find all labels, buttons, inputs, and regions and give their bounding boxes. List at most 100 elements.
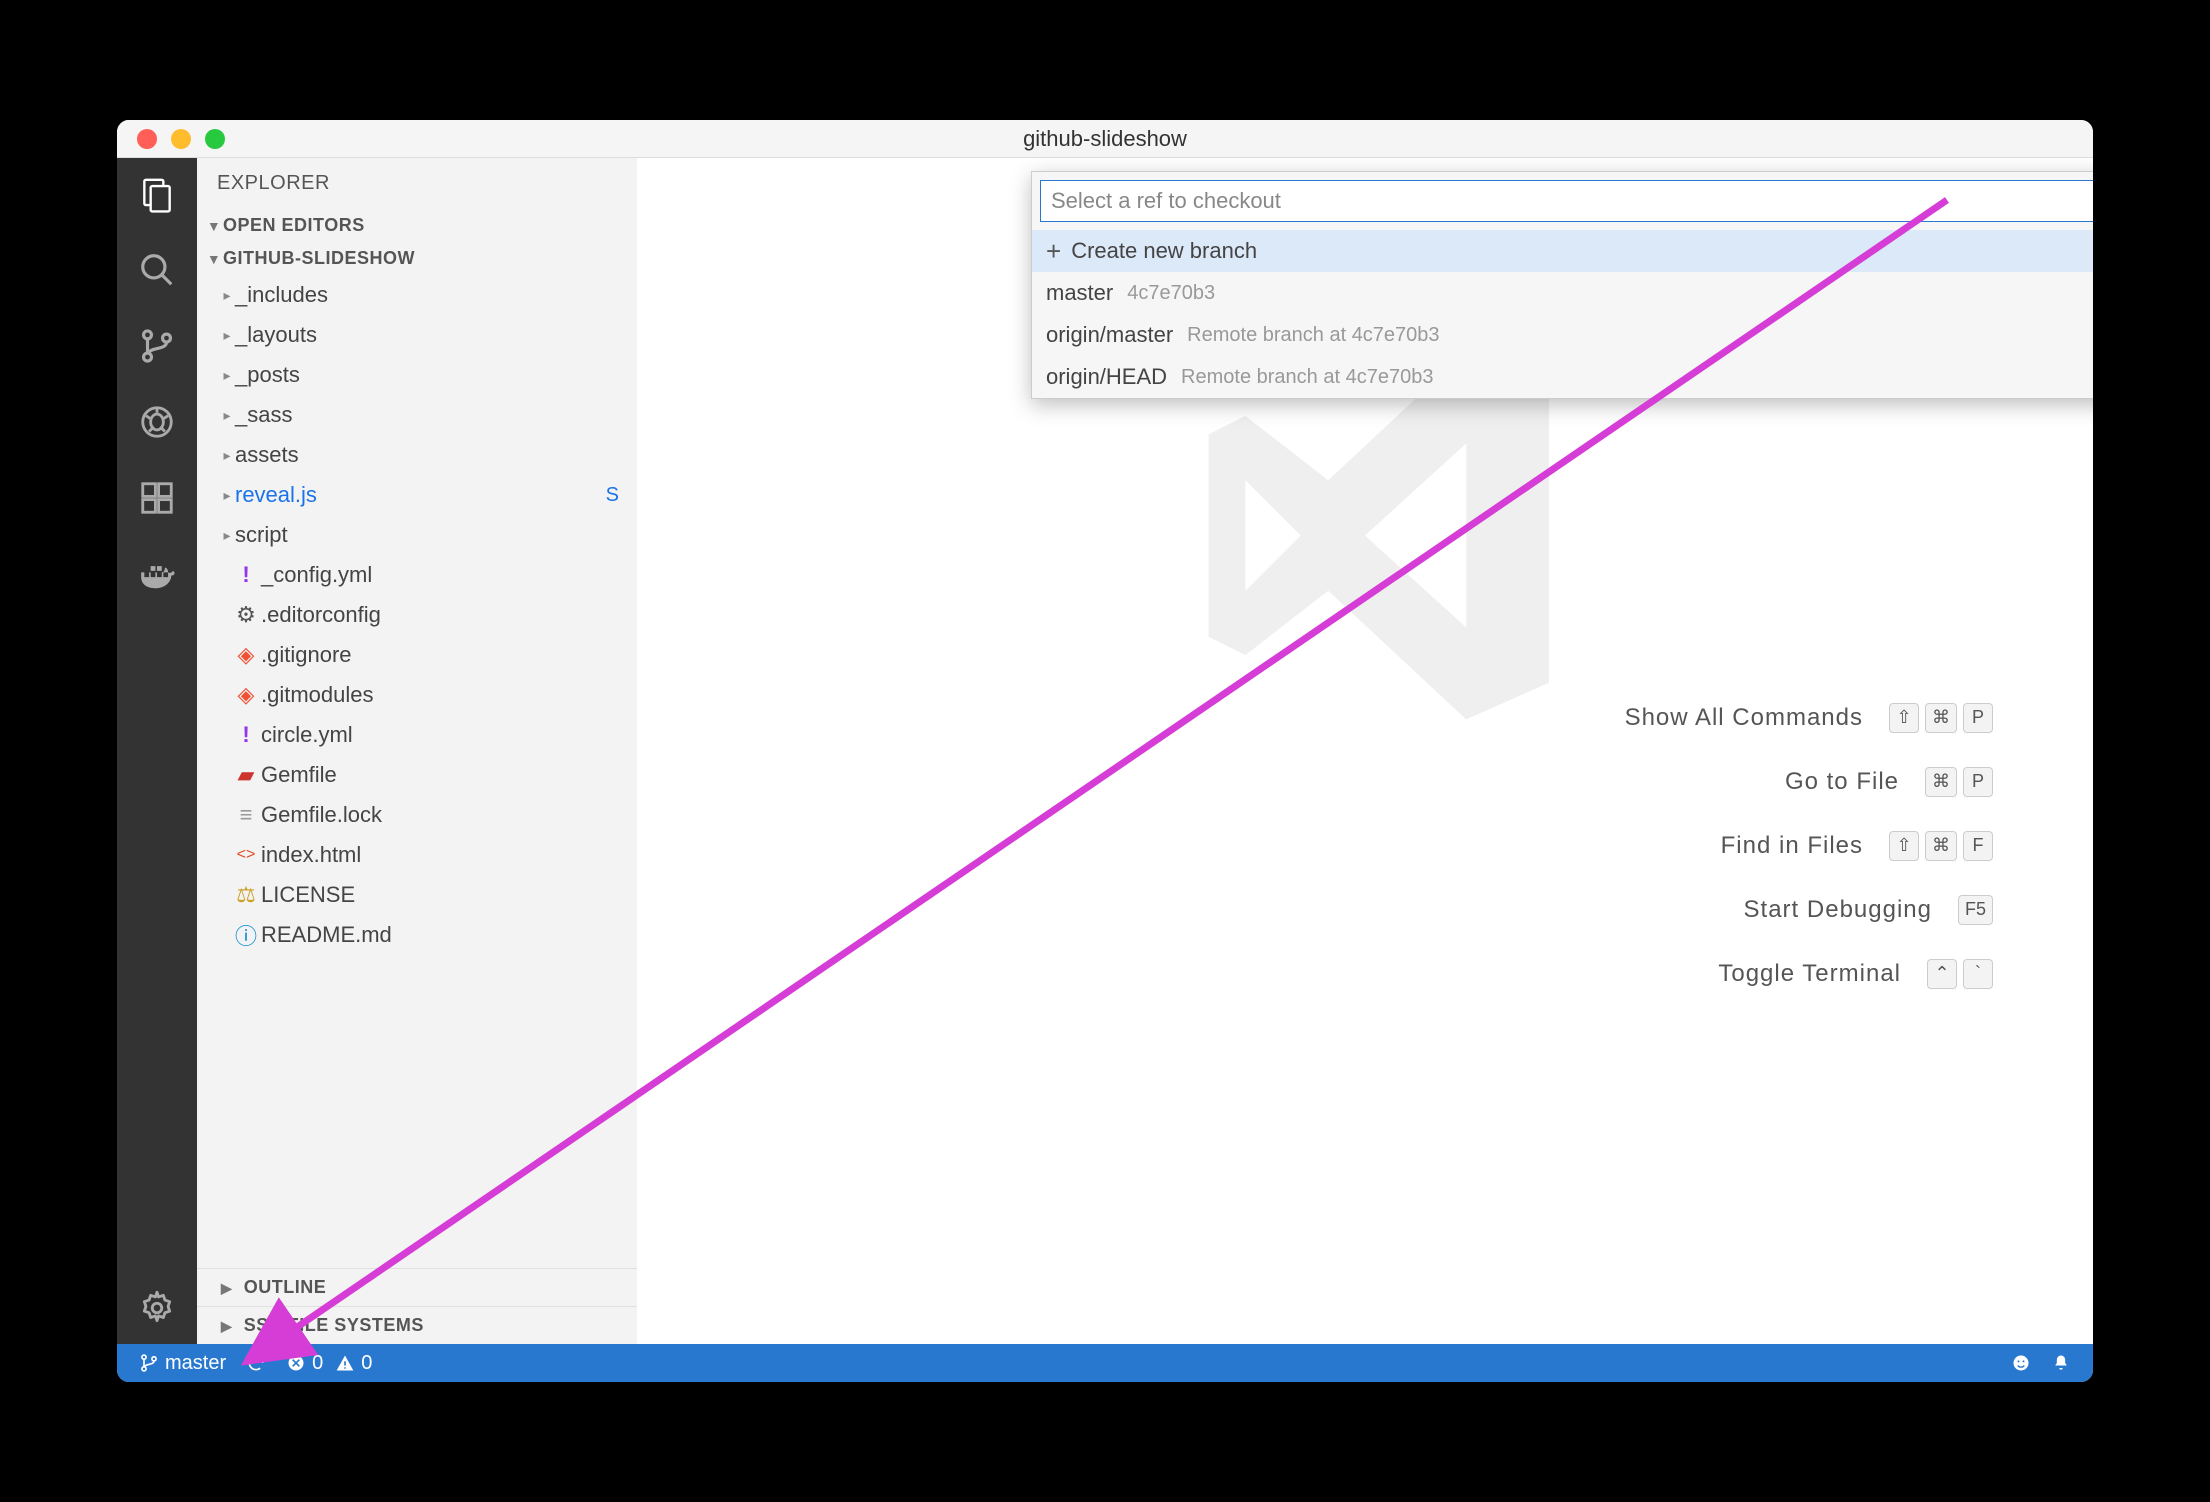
folder-item[interactable]: ▸_includes (197, 275, 637, 315)
file-item[interactable]: <>index.html (197, 835, 637, 875)
keycap: F5 (1958, 895, 1993, 925)
chevron-right-icon: ▸ (219, 527, 235, 544)
file-name: Gemfile (261, 762, 337, 788)
sync-icon (246, 1353, 266, 1373)
item-description: Remote branch at 4c7e70b3 (1181, 366, 1433, 389)
folder-item[interactable]: ▸_sass (197, 395, 637, 435)
item-label: origin/master (1046, 322, 1173, 348)
docker-icon[interactable] (137, 554, 177, 594)
chevron-right-icon: ▸ (219, 407, 235, 424)
keycap: P (1963, 703, 1993, 733)
section-ssh[interactable]: ▶ SSH FILE SYSTEMS (197, 1306, 637, 1344)
status-sync[interactable] (236, 1353, 276, 1373)
key-sequence: F5 (1958, 895, 1993, 925)
settings-icon[interactable] (137, 1288, 177, 1328)
item-label: origin/HEAD (1046, 364, 1167, 390)
branch-name: master (165, 1352, 226, 1375)
titlebar: github-slideshow (117, 120, 2093, 158)
keycap: ⇧ (1889, 831, 1919, 861)
warning-count: 0 (361, 1352, 372, 1375)
file-item[interactable]: ◈.gitignore (197, 635, 637, 675)
file-name: _posts (235, 362, 300, 388)
status-bar: master 0 0 (117, 1344, 2093, 1382)
key-sequence: ⌃` (1927, 959, 1993, 989)
welcome-label: Go to File (1785, 768, 1899, 796)
item-label: master (1046, 280, 1113, 306)
keycap: ⌃ (1927, 959, 1957, 989)
file-icon: ! (235, 722, 257, 748)
file-name: assets (235, 442, 299, 468)
file-item[interactable]: !circle.yml (197, 715, 637, 755)
keycap: ⌘ (1925, 767, 1957, 797)
close-icon[interactable] (137, 129, 157, 149)
keycap: F (1963, 831, 1993, 861)
file-name: index.html (261, 842, 361, 868)
minimize-icon[interactable] (171, 129, 191, 149)
welcome-label: Find in Files (1721, 832, 1863, 860)
section-project[interactable]: ▼ GITHUB-SLIDESHOW (197, 242, 637, 275)
warning-icon (335, 1353, 355, 1373)
section-outline[interactable]: ▶ OUTLINE (197, 1268, 637, 1306)
chevron-right-icon: ▶ (221, 1318, 232, 1334)
folder-item[interactable]: ▸assets (197, 435, 637, 475)
folder-item[interactable]: ▸script (197, 515, 637, 555)
window: github-slideshow (117, 120, 2093, 1382)
status-notifications[interactable] (2041, 1353, 2081, 1373)
file-item[interactable]: ⚖LICENSE (197, 875, 637, 915)
file-item[interactable]: ◈.gitmodules (197, 675, 637, 715)
file-name: _config.yml (261, 562, 372, 588)
file-icon: ▰ (235, 762, 257, 788)
search-icon[interactable] (137, 250, 177, 290)
file-name: circle.yml (261, 722, 353, 748)
welcome-shortcuts: Show All Commands⇧⌘PGo to File⌘PFind in … (1625, 686, 1993, 1006)
quick-pick-item[interactable]: origin/HEAD Remote branch at 4c7e70b3 (1032, 356, 2093, 398)
explorer-sidebar: EXPLORER ▼ OPEN EDITORS ▼ GITHUB-SLIDESH… (197, 158, 637, 1344)
file-item[interactable]: ≡Gemfile.lock (197, 795, 637, 835)
quick-pick-item[interactable]: origin/master Remote branch at 4c7e70b3 (1032, 314, 2093, 356)
quick-pick-input[interactable] (1040, 180, 2093, 222)
item-description: Remote branch at 4c7e70b3 (1187, 324, 1439, 347)
window-controls (117, 129, 225, 149)
section-open-editors[interactable]: ▼ OPEN EDITORS (197, 209, 637, 242)
keycap: P (1963, 767, 1993, 797)
file-name: .editorconfig (261, 602, 381, 628)
source-control-icon[interactable] (137, 326, 177, 366)
smiley-icon (2011, 1353, 2031, 1373)
error-icon (286, 1353, 306, 1373)
activity-bar (117, 158, 197, 1344)
file-item[interactable]: ▰Gemfile (197, 755, 637, 795)
folder-item[interactable]: ▸_layouts (197, 315, 637, 355)
file-item[interactable]: !_config.yml (197, 555, 637, 595)
quick-pick-item[interactable]: master4c7e70b3 (1032, 272, 2093, 314)
file-icon: ⚖ (235, 882, 257, 908)
maximize-icon[interactable] (205, 129, 225, 149)
section-label: OPEN EDITORS (223, 215, 365, 236)
status-feedback[interactable] (2001, 1353, 2041, 1373)
file-name: _includes (235, 282, 328, 308)
file-name: Gemfile.lock (261, 802, 382, 828)
keycap: ⌘ (1925, 831, 1957, 861)
quick-pick: +Create new branchmaster4c7e70b3origin/m… (1031, 171, 2093, 399)
extensions-icon[interactable] (137, 478, 177, 518)
folder-item[interactable]: ▸_posts (197, 355, 637, 395)
file-item[interactable]: ⓘREADME.md (197, 915, 637, 955)
welcome-row: Start DebuggingF5 (1625, 878, 1993, 942)
chevron-right-icon: ▶ (221, 1280, 232, 1296)
status-branch[interactable]: master (129, 1352, 236, 1375)
keycap: ⌘ (1925, 703, 1957, 733)
quick-pick-item[interactable]: +Create new branch (1032, 230, 2093, 272)
file-name: _layouts (235, 322, 317, 348)
status-problems[interactable]: 0 0 (276, 1352, 382, 1375)
folder-item[interactable]: ▸reveal.jsS (197, 475, 637, 515)
chevron-right-icon: ▸ (219, 487, 235, 504)
file-name: script (235, 522, 288, 548)
error-count: 0 (312, 1352, 323, 1375)
file-name: .gitmodules (261, 682, 374, 708)
file-tree: ▸_includes▸_layouts▸_posts▸_sass▸assets▸… (197, 275, 637, 1268)
file-item[interactable]: ⚙.editorconfig (197, 595, 637, 635)
branch-icon (139, 1353, 159, 1373)
chevron-right-icon: ▸ (219, 327, 235, 344)
quick-pick-list: +Create new branchmaster4c7e70b3origin/m… (1032, 230, 2093, 398)
explorer-icon[interactable] (137, 174, 177, 214)
debug-icon[interactable] (137, 402, 177, 442)
